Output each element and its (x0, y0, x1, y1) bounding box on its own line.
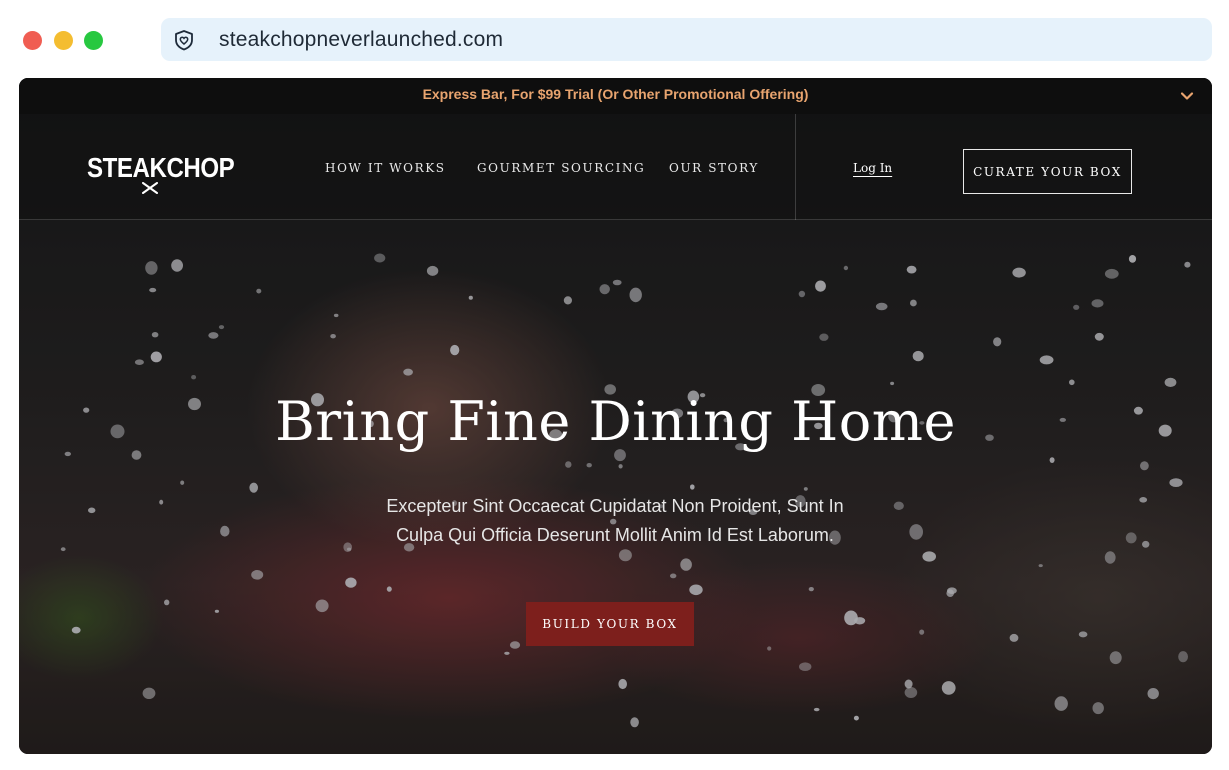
nav-divider (795, 114, 796, 220)
nav-how-it-works[interactable]: HOW IT WORKS (325, 161, 446, 175)
nav-our-story[interactable]: OUR STORY (669, 161, 759, 175)
address-bar[interactable]: steakchopneverlaunched.com (161, 18, 1212, 61)
window-close-button[interactable] (23, 31, 42, 50)
crossed-knives-icon (142, 182, 158, 194)
promo-text: Express Bar, For $99 Trial (Or Other Pro… (422, 86, 809, 102)
website-viewport: Express Bar, For $99 Trial (Or Other Pro… (19, 78, 1212, 754)
hero-subtitle-line-2: Culpa Qui Officia Deserunt Mollit Anim I… (396, 525, 834, 545)
hero-title: Bring Fine Dining Home (275, 390, 956, 453)
shield-heart-icon (175, 30, 193, 51)
promo-bar: Express Bar, For $99 Trial (Or Other Pro… (19, 78, 1212, 114)
hero-subtitle-line-1: Excepteur Sint Occaecat Cupidatat Non Pr… (386, 496, 844, 516)
url-text: steakchopneverlaunched.com (219, 28, 504, 51)
nav-gourmet-sourcing[interactable]: GOURMET SOURCING (477, 161, 645, 175)
login-link[interactable]: Log In (853, 161, 892, 175)
site-header: STEAKCHOP HOW IT WORKS GOURMET SOURCING … (19, 114, 1212, 220)
curate-your-box-button[interactable]: CURATE YOUR BOX (963, 149, 1132, 194)
window-minimize-button[interactable] (54, 31, 73, 50)
window-maximize-button[interactable] (84, 31, 103, 50)
browser-chrome: steakchopneverlaunched.com (0, 0, 1229, 78)
site-logo[interactable]: STEAKCHOP (87, 152, 235, 184)
build-your-box-button[interactable]: BUILD YOUR BOX (526, 602, 694, 646)
chevron-down-icon[interactable] (1178, 87, 1196, 105)
